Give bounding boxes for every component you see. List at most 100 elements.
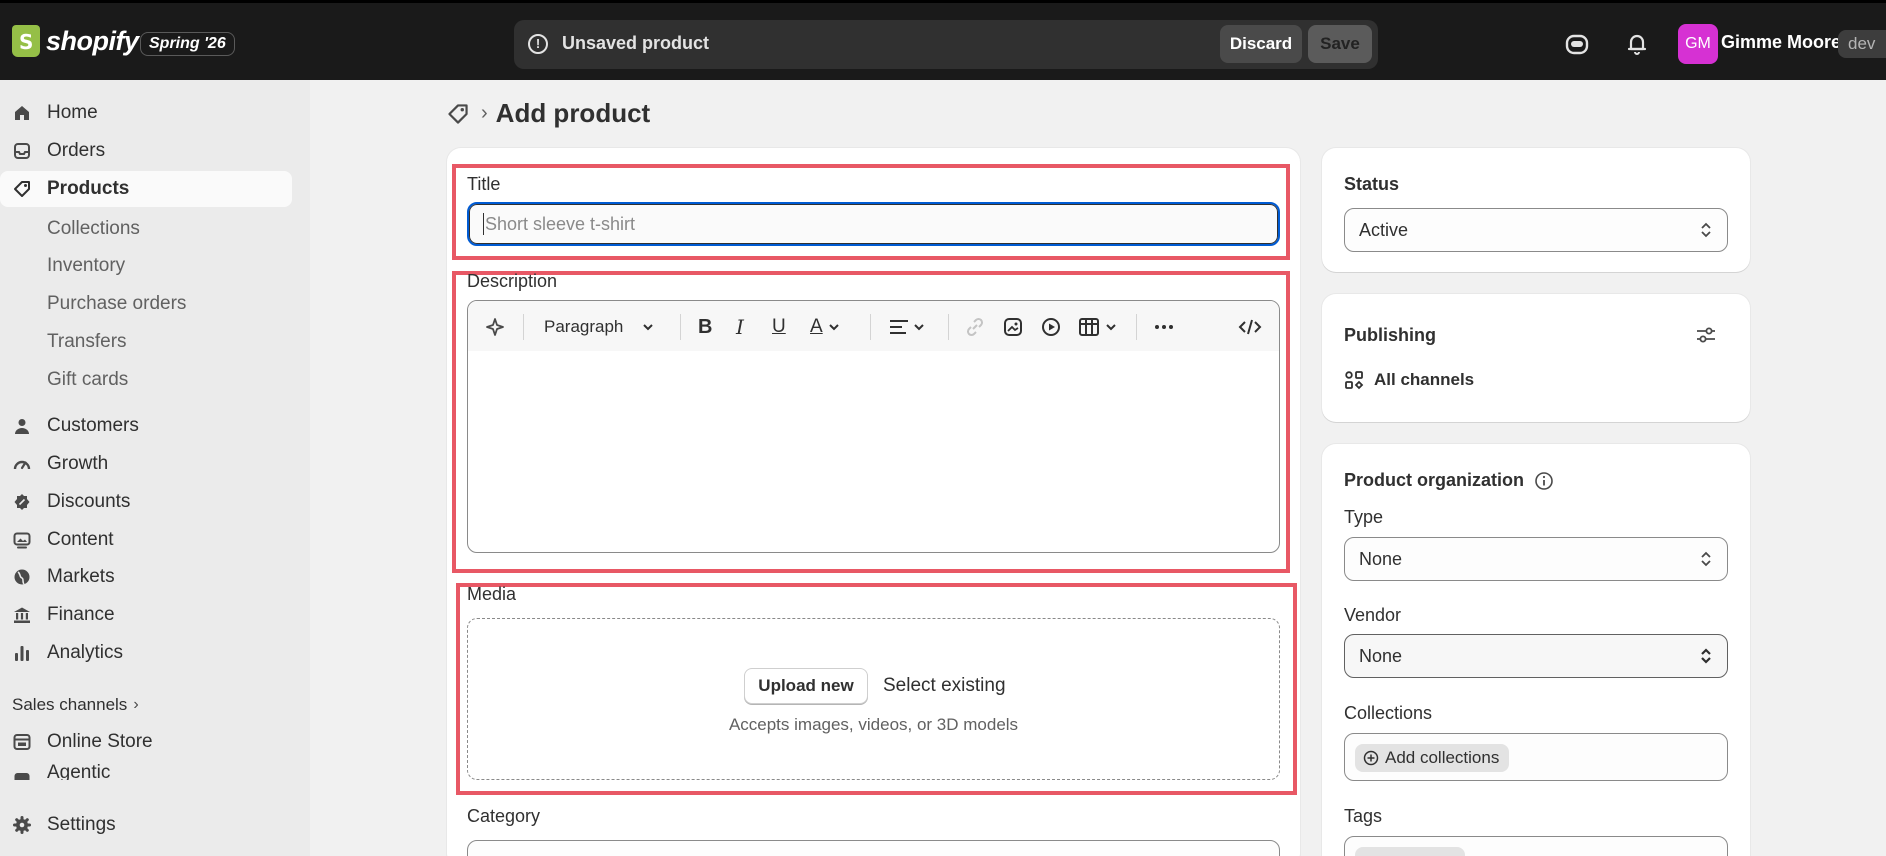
toolbar-divider <box>1136 314 1137 340</box>
image-icon[interactable] <box>1002 316 1024 338</box>
category-label: Category <box>467 806 541 826</box>
sidebar-item-label: Agentic <box>47 762 111 780</box>
select-chevron-icon <box>1701 222 1711 238</box>
breadcrumb: › Add product <box>447 98 650 129</box>
sidebar-item-agentic[interactable]: Agentic <box>0 762 292 780</box>
more-icon[interactable] <box>1152 316 1176 338</box>
select-chevron-icon <box>1701 648 1711 664</box>
sidebar-subitem-collections[interactable]: Collections <box>47 218 140 240</box>
globe-icon <box>14 569 30 585</box>
paragraph-dropdown[interactable]: Paragraph <box>544 316 655 338</box>
media-dropzone[interactable]: Upload new Select existing Accepts image… <box>467 618 1280 780</box>
collections-field[interactable]: Add collections <box>1344 733 1728 781</box>
select-chevron-icon <box>1701 551 1711 567</box>
gear-icon <box>13 816 31 834</box>
type-select[interactable]: None <box>1344 537 1728 581</box>
add-collections-chip[interactable]: Add collections <box>1355 744 1510 772</box>
description-label: Description <box>467 271 558 291</box>
chevron-down-icon <box>914 324 924 331</box>
description-editor[interactable]: Paragraph B I U A <box>467 300 1280 553</box>
sidebar-item-growth[interactable]: Growth <box>0 446 292 482</box>
sidebar-item-online-store[interactable]: Online Store <box>0 724 292 760</box>
bell-icon[interactable] <box>1623 30 1651 58</box>
sidebar-item-analytics[interactable]: Analytics <box>0 635 292 671</box>
all-channels-row: All channels <box>1344 370 1474 390</box>
toolbar-divider <box>680 314 681 340</box>
sidebar-item-customers[interactable]: Customers <box>0 408 292 444</box>
sidebar-item-settings[interactable]: Settings <box>0 807 292 843</box>
category-select[interactable] <box>467 840 1280 856</box>
gauge-icon <box>13 460 31 470</box>
select-existing-link[interactable]: Select existing <box>883 675 1006 697</box>
info-icon[interactable] <box>1534 471 1554 491</box>
home-icon <box>15 106 29 120</box>
paragraph-label: Paragraph <box>544 317 624 336</box>
vendor-select[interactable]: None <box>1344 634 1728 678</box>
tags-field[interactable] <box>1344 836 1728 856</box>
sidebar-item-orders[interactable]: Orders <box>0 133 292 169</box>
channels-icon <box>1345 371 1364 390</box>
org-heading-row: Product organization <box>1344 470 1554 491</box>
ai-sparkle-icon[interactable] <box>484 316 506 338</box>
bold-icon[interactable]: B <box>698 316 712 338</box>
sidebar-item-home[interactable]: Home <box>0 95 292 131</box>
save-button[interactable]: Save <box>1308 25 1372 63</box>
toolbar-divider <box>870 314 871 340</box>
code-icon[interactable] <box>1238 316 1262 338</box>
org-heading: Product organization <box>1344 470 1524 490</box>
sidebar-item-products[interactable]: Products <box>0 171 292 207</box>
sidebar-item-discounts[interactable]: Discounts <box>0 484 292 520</box>
chevron-down-icon <box>828 324 839 331</box>
chevron-down-icon <box>1106 324 1116 331</box>
unsaved-changes-bar: ! Unsaved product Discard Save <box>514 20 1378 69</box>
unsaved-message: Unsaved product <box>562 33 710 53</box>
title-input[interactable]: Short sleeve t-shirt <box>467 202 1280 246</box>
text-cursor <box>483 213 484 235</box>
sidebar-subitem-purchase-orders[interactable]: Purchase orders <box>47 293 186 315</box>
sidekick-icon[interactable] <box>1563 30 1591 58</box>
status-value: Active <box>1359 219 1409 240</box>
status-select[interactable]: Active <box>1344 208 1728 252</box>
sidebar-item-label: Products <box>47 178 130 199</box>
publishing-card: Publishing All channels <box>1322 294 1750 422</box>
sidebar-item-label: Finance <box>47 604 115 625</box>
media-hint: Accepts images, videos, or 3D models <box>728 715 1019 734</box>
tag-icon[interactable] <box>447 103 469 125</box>
align-dropdown[interactable] <box>888 316 926 338</box>
chevron-down-icon <box>643 324 654 331</box>
avatar[interactable]: GM <box>1678 24 1718 64</box>
italic-icon[interactable]: I <box>736 315 744 339</box>
top-bar: shopify Spring '26 ! Unsaved product Dis… <box>0 0 1886 80</box>
table-dropdown[interactable] <box>1078 316 1118 338</box>
user-name[interactable]: Gimme Moore <box>1721 32 1841 53</box>
tags-label: Tags <box>1344 806 1383 826</box>
sales-channels-header[interactable]: Sales channels › <box>12 695 139 715</box>
text-color-dropdown[interactable]: A <box>810 316 841 338</box>
alert-circle-icon: ! <box>528 34 548 54</box>
sidebar-item-finance[interactable]: Finance <box>0 597 292 633</box>
shopify-bag-icon <box>12 25 40 57</box>
toolbar-divider <box>523 314 524 340</box>
shopify-logo[interactable]: shopify <box>12 25 139 57</box>
sidebar-item-markets[interactable]: Markets <box>0 559 292 595</box>
sidebar-subitem-inventory[interactable]: Inventory <box>47 255 125 277</box>
upload-new-button[interactable]: Upload new <box>744 668 868 704</box>
video-icon[interactable] <box>1040 316 1062 338</box>
sidebar-subitem-transfers[interactable]: Transfers <box>47 331 127 353</box>
add-tags-chip[interactable] <box>1355 847 1465 856</box>
sidebar-item-content[interactable]: Content <box>0 522 292 558</box>
link-icon[interactable] <box>964 316 986 338</box>
sidebar-subitem-gift-cards[interactable]: Gift cards <box>47 369 128 391</box>
edition-badge[interactable]: Spring '26 <box>140 32 235 56</box>
underline-icon[interactable]: U <box>772 316 786 338</box>
sidebar-item-label: Settings <box>47 814 116 835</box>
discard-button[interactable]: Discard <box>1220 25 1302 63</box>
sidebar-item-label: Discounts <box>47 491 131 512</box>
vendor-value: None <box>1359 645 1403 666</box>
sidebar-item-label: Home <box>47 102 98 123</box>
person-icon <box>15 419 29 434</box>
store-badge[interactable]: dev <box>1838 30 1886 58</box>
sliders-icon[interactable] <box>1694 324 1718 346</box>
page-title: Add product <box>495 98 651 128</box>
brand-name: shopify <box>46 25 139 56</box>
